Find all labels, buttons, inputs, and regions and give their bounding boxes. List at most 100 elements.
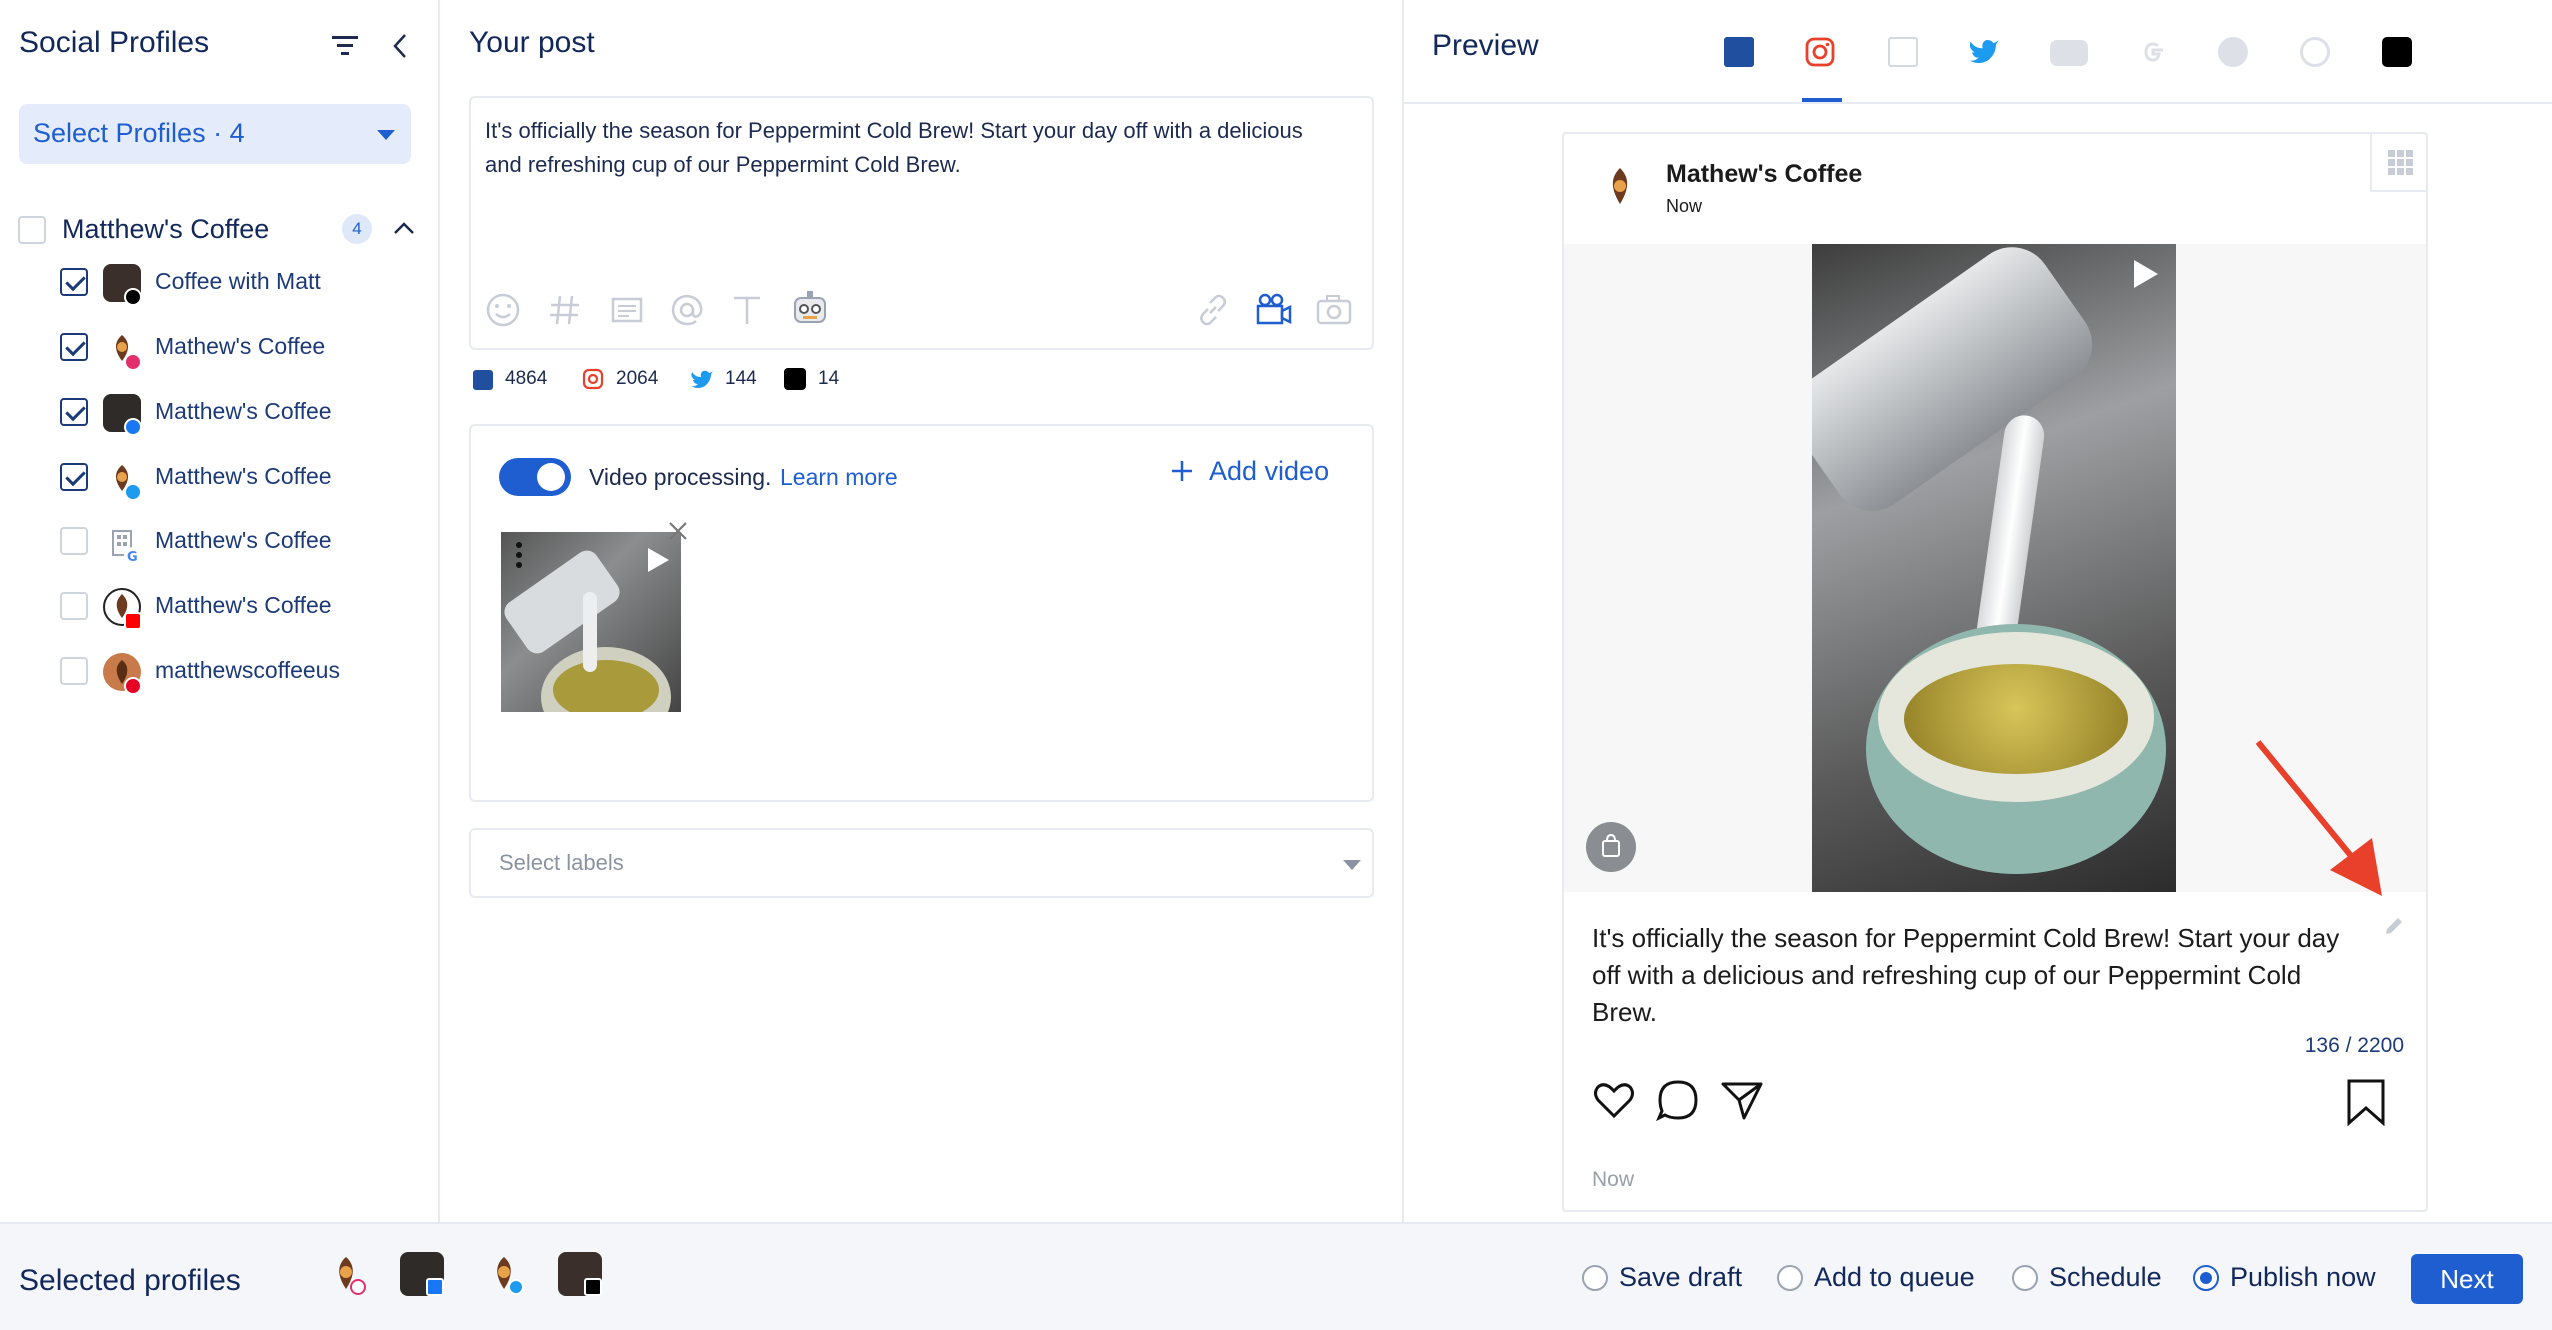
play-icon — [2130, 258, 2160, 290]
instagram-count: 2064 — [616, 368, 659, 389]
profile-checkbox[interactable] — [60, 592, 88, 620]
grid-view-icon[interactable] — [2370, 134, 2428, 192]
selected-profile-avatar[interactable] — [558, 1252, 602, 1296]
preview-footer-time: Now — [1592, 1168, 1635, 1191]
profile-label: Matthew's Coffee — [155, 463, 332, 489]
video-camera-icon[interactable] — [1255, 292, 1293, 328]
social-profiles-panel: Social Profiles Select Profiles · 4 Matt… — [0, 0, 440, 1222]
profile-label: matthewscoffeeus — [155, 657, 340, 683]
tab-google-icon[interactable] — [2138, 37, 2168, 67]
play-icon — [645, 546, 671, 574]
account-avatar — [1600, 164, 1640, 208]
comment-icon[interactable] — [1656, 1078, 1700, 1122]
profile-checkbox[interactable] — [60, 657, 88, 685]
save-draft-radio[interactable] — [1582, 1265, 1608, 1291]
selected-profile-avatar[interactable] — [484, 1254, 524, 1296]
text-format-icon[interactable] — [729, 292, 765, 328]
schedule-radio[interactable] — [2012, 1265, 2038, 1291]
instagram-badge-icon — [124, 353, 142, 371]
add-video-button[interactable]: Add video — [1169, 456, 1379, 496]
publish-now-label: Publish now — [2230, 1262, 2376, 1292]
profile-checkbox[interactable] — [60, 398, 88, 426]
caret-down-icon — [377, 130, 395, 140]
video-processing-toggle[interactable] — [499, 458, 571, 496]
profile-checkbox[interactable] — [60, 268, 88, 296]
remove-media-icon[interactable] — [667, 520, 689, 542]
add-to-queue-radio[interactable] — [1777, 1265, 1803, 1291]
save-draft-label: Save draft — [1619, 1262, 1743, 1292]
post-title: Your post — [469, 26, 595, 59]
select-labels-dropdown[interactable]: Select labels — [469, 828, 1374, 898]
select-profiles-label: Select Profiles · 4 — [33, 118, 245, 148]
caret-down-icon — [1343, 860, 1361, 870]
tab-youtube-icon[interactable] — [2050, 40, 2088, 66]
tab-tiktok-icon[interactable] — [2382, 37, 2412, 67]
tab-pinterest-icon[interactable] — [2300, 37, 2330, 67]
profile-label: Matthew's Coffee — [155, 398, 332, 424]
video-processing-label: Video processing. — [589, 464, 772, 490]
tab-instagram-icon[interactable] — [1805, 37, 1835, 67]
tab-linkedin-icon[interactable] — [1888, 37, 1918, 67]
selected-profile-avatar[interactable] — [326, 1254, 366, 1296]
video-preview[interactable] — [1812, 244, 2176, 892]
camera-icon[interactable] — [1315, 292, 1353, 328]
svg-text:G: G — [127, 550, 138, 563]
filter-icon[interactable] — [330, 32, 360, 58]
tiktok-count: 14 — [818, 368, 840, 389]
emoji-icon[interactable] — [485, 292, 521, 328]
media-panel: Video processing. Learn more Add video — [469, 424, 1374, 802]
profile-checkbox[interactable] — [60, 463, 88, 491]
google-badge-icon: G — [124, 547, 142, 565]
instagram-icon — [582, 368, 604, 390]
add-video-label: Add video — [1209, 456, 1330, 486]
tab-twitter-icon[interactable] — [1968, 37, 1999, 67]
post-text[interactable]: It's officially the season for Peppermin… — [485, 114, 1305, 182]
edit-pencil-icon[interactable] — [2382, 914, 2406, 938]
next-button[interactable]: Next — [2411, 1254, 2523, 1304]
video-thumbnail[interactable] — [501, 532, 681, 712]
profile-label: Matthew's Coffee — [155, 527, 332, 553]
tiktok-icon — [784, 368, 806, 390]
select-labels-placeholder: Select labels — [499, 850, 624, 875]
tab-reddit-icon[interactable] — [2218, 37, 2248, 67]
chevron-up-icon[interactable] — [392, 220, 416, 236]
selected-profile-avatar[interactable] — [400, 1252, 444, 1296]
group-checkbox[interactable] — [18, 216, 46, 244]
facebook-count: 4864 — [505, 368, 548, 389]
learn-more-link[interactable]: Learn more — [780, 464, 898, 491]
post-editor-panel: Your post It's officially the season for… — [440, 0, 1404, 1222]
pinterest-badge-icon — [124, 677, 142, 695]
profile-checkbox[interactable] — [60, 333, 88, 361]
shopping-bag-icon[interactable] — [1586, 822, 1636, 872]
bookmark-icon[interactable] — [2344, 1078, 2388, 1127]
snippet-icon[interactable] — [609, 292, 645, 328]
youtube-badge-icon — [124, 612, 142, 630]
tab-facebook-icon[interactable] — [1724, 37, 1754, 67]
preview-panel: Preview Mathew's Coffee Now It's officia… — [1404, 0, 2552, 1222]
group-name: Matthew's Coffee — [62, 214, 270, 244]
mention-icon[interactable] — [669, 292, 705, 328]
annotation-arrow — [2244, 734, 2404, 914]
instagram-preview-card: Mathew's Coffee Now It's officially the — [1562, 132, 2428, 1212]
selected-profiles-label: Selected profiles — [19, 1264, 241, 1297]
active-tab-indicator — [1802, 98, 1842, 102]
more-options-icon[interactable] — [515, 540, 523, 570]
twitter-icon — [690, 369, 714, 389]
preview-title: Preview — [1432, 29, 1539, 62]
character-count: 136 / 2200 — [2304, 1034, 2404, 1057]
post-editor[interactable]: It's officially the season for Peppermin… — [469, 96, 1374, 350]
schedule-label: Schedule — [2049, 1262, 2162, 1292]
select-profiles-dropdown[interactable]: Select Profiles · 4 — [19, 104, 411, 164]
profile-checkbox[interactable] — [60, 527, 88, 555]
ai-assistant-icon[interactable] — [789, 288, 831, 330]
hashtag-icon[interactable] — [547, 292, 583, 328]
link-icon[interactable] — [1195, 292, 1231, 328]
post-time: Now — [1666, 196, 1703, 216]
publish-now-radio[interactable] — [2193, 1265, 2219, 1291]
tiktok-badge-icon — [124, 288, 142, 306]
heart-icon[interactable] — [1592, 1078, 1636, 1122]
twitter-badge-icon — [124, 483, 142, 501]
share-icon[interactable] — [1720, 1078, 1764, 1122]
preview-caption: It's officially the season for Peppermin… — [1592, 923, 2340, 1027]
collapse-panel-icon[interactable] — [390, 32, 410, 60]
